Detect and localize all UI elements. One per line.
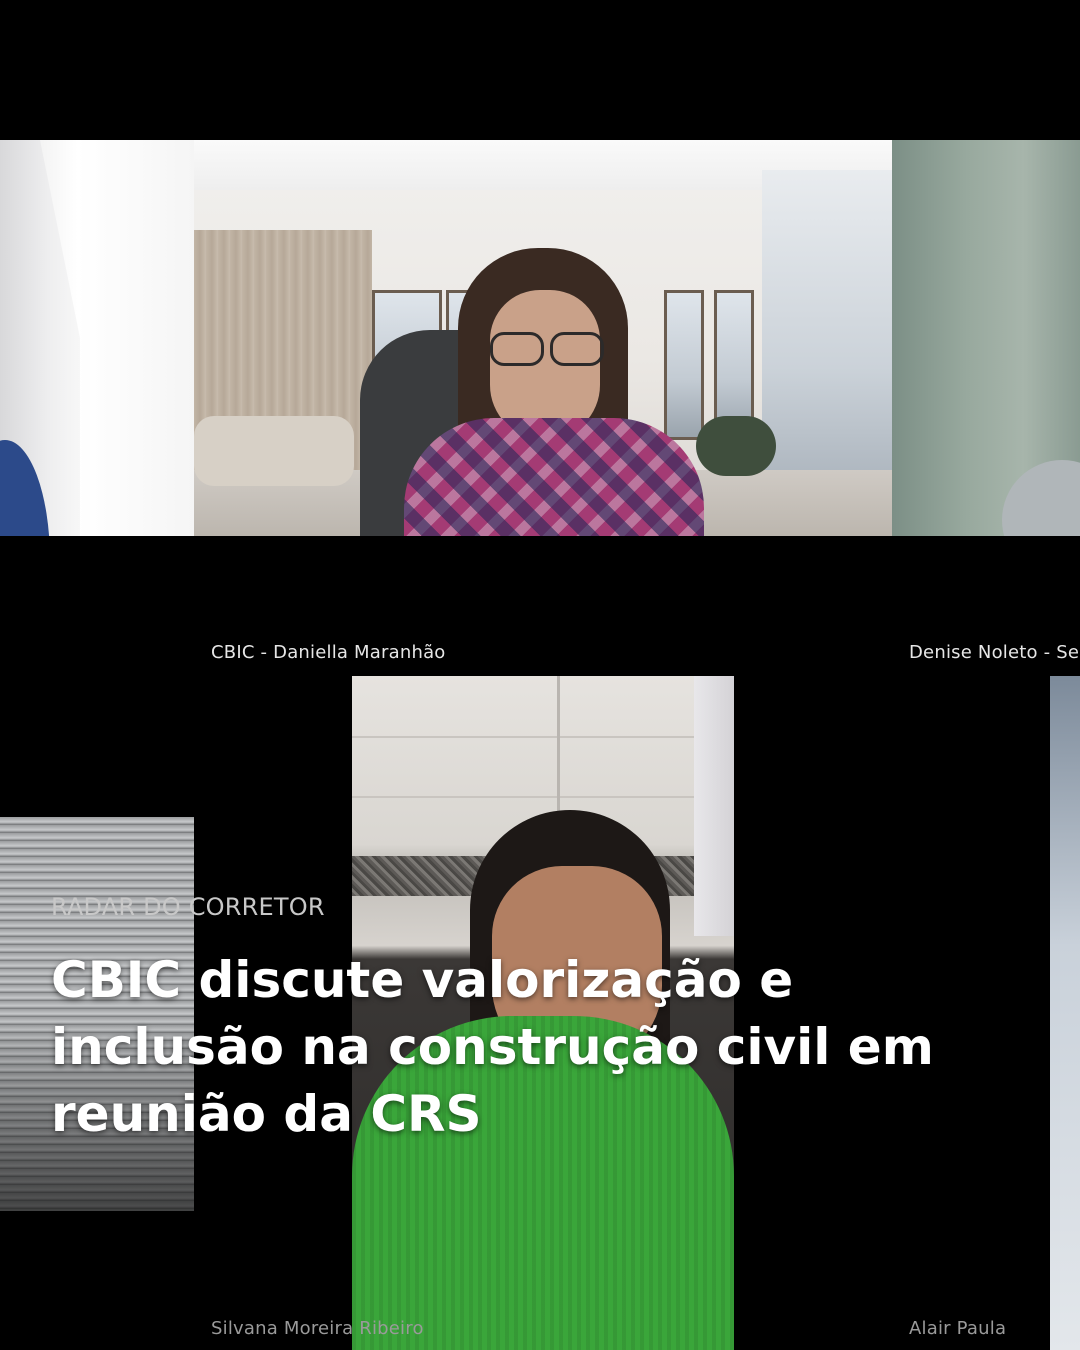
article-kicker: RADAR DO CORRETOR xyxy=(51,893,325,921)
video-tile-left-top[interactable] xyxy=(0,140,194,536)
participant-name-label: Alair Paula xyxy=(909,1318,1007,1339)
participant-name-label: Silvana Moreira Ribeiro xyxy=(211,1318,424,1339)
participant-name-label: Denise Noleto - Se xyxy=(909,642,1080,663)
participant-name-label: CBIC - Daniella Maranhão xyxy=(211,642,446,663)
video-tile-denise[interactable] xyxy=(892,140,1080,536)
blurred-object xyxy=(1002,460,1080,536)
participant-video-daniella xyxy=(370,248,710,536)
article-overlay: RADAR DO CORRETOR CBIC discute valorizaç… xyxy=(51,893,1041,1148)
video-tile-daniella[interactable] xyxy=(194,140,892,536)
virtual-background-right-window xyxy=(762,170,892,500)
participant-scarf xyxy=(404,418,704,536)
video-tile-alair[interactable] xyxy=(1050,676,1080,1350)
virtual-background-sofa xyxy=(194,416,354,486)
glasses-icon xyxy=(482,332,610,366)
article-headline: CBIC discute valorização e inclusão na c… xyxy=(51,951,934,1143)
